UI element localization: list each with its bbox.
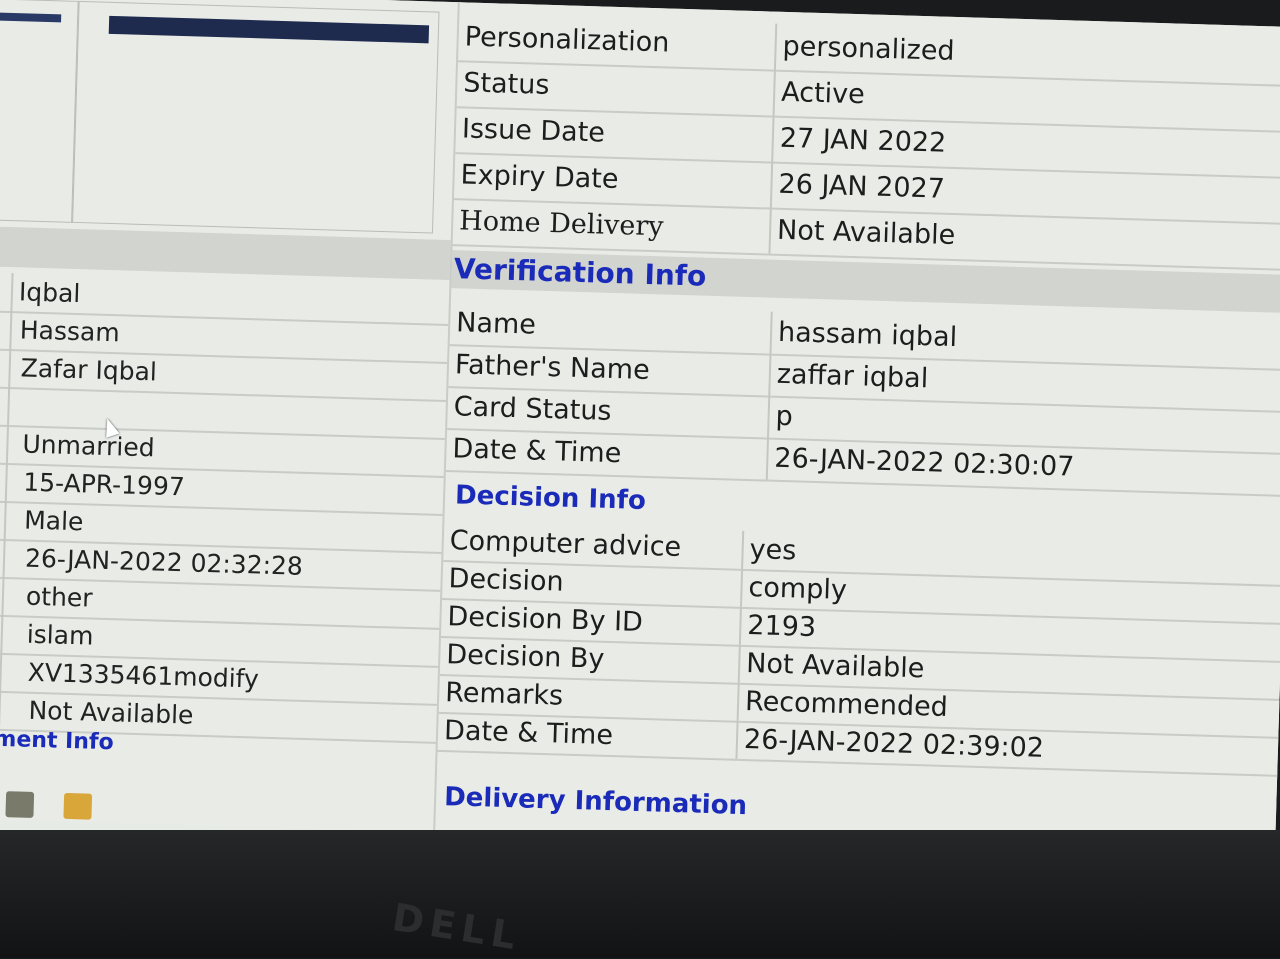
right-panel: Personalization personalized Status Active I… — [435, 2, 1280, 857]
row-label: Home Delivery — [452, 198, 772, 254]
card-info-table: Personalization personalized Status Active I… — [452, 2, 1280, 272]
folder-icon[interactable] — [5, 791, 35, 818]
row-label — [0, 271, 14, 312]
left-divider — [0, 225, 451, 281]
decision-section-title: Decision Info — [454, 480, 647, 516]
media-player-icon[interactable] — [63, 792, 93, 820]
photo-frame-left — [0, 0, 80, 223]
left-panel: Iqbal Hassam Zafar Iqbal Unmarried 15-APR-19… — [0, 0, 461, 832]
monitor-screen: Iqbal Hassam Zafar Iqbal Unmarried 15-APR-19… — [0, 0, 1280, 897]
left-section-title: pment Info — [0, 726, 115, 756]
row-label: Date & Time — [437, 711, 739, 759]
photo-image-left — [0, 11, 62, 23]
monitor-bezel — [0, 830, 1280, 958]
delivery-section-title: Delivery Information — [443, 782, 748, 822]
row-label: Date & Time — [445, 428, 770, 480]
